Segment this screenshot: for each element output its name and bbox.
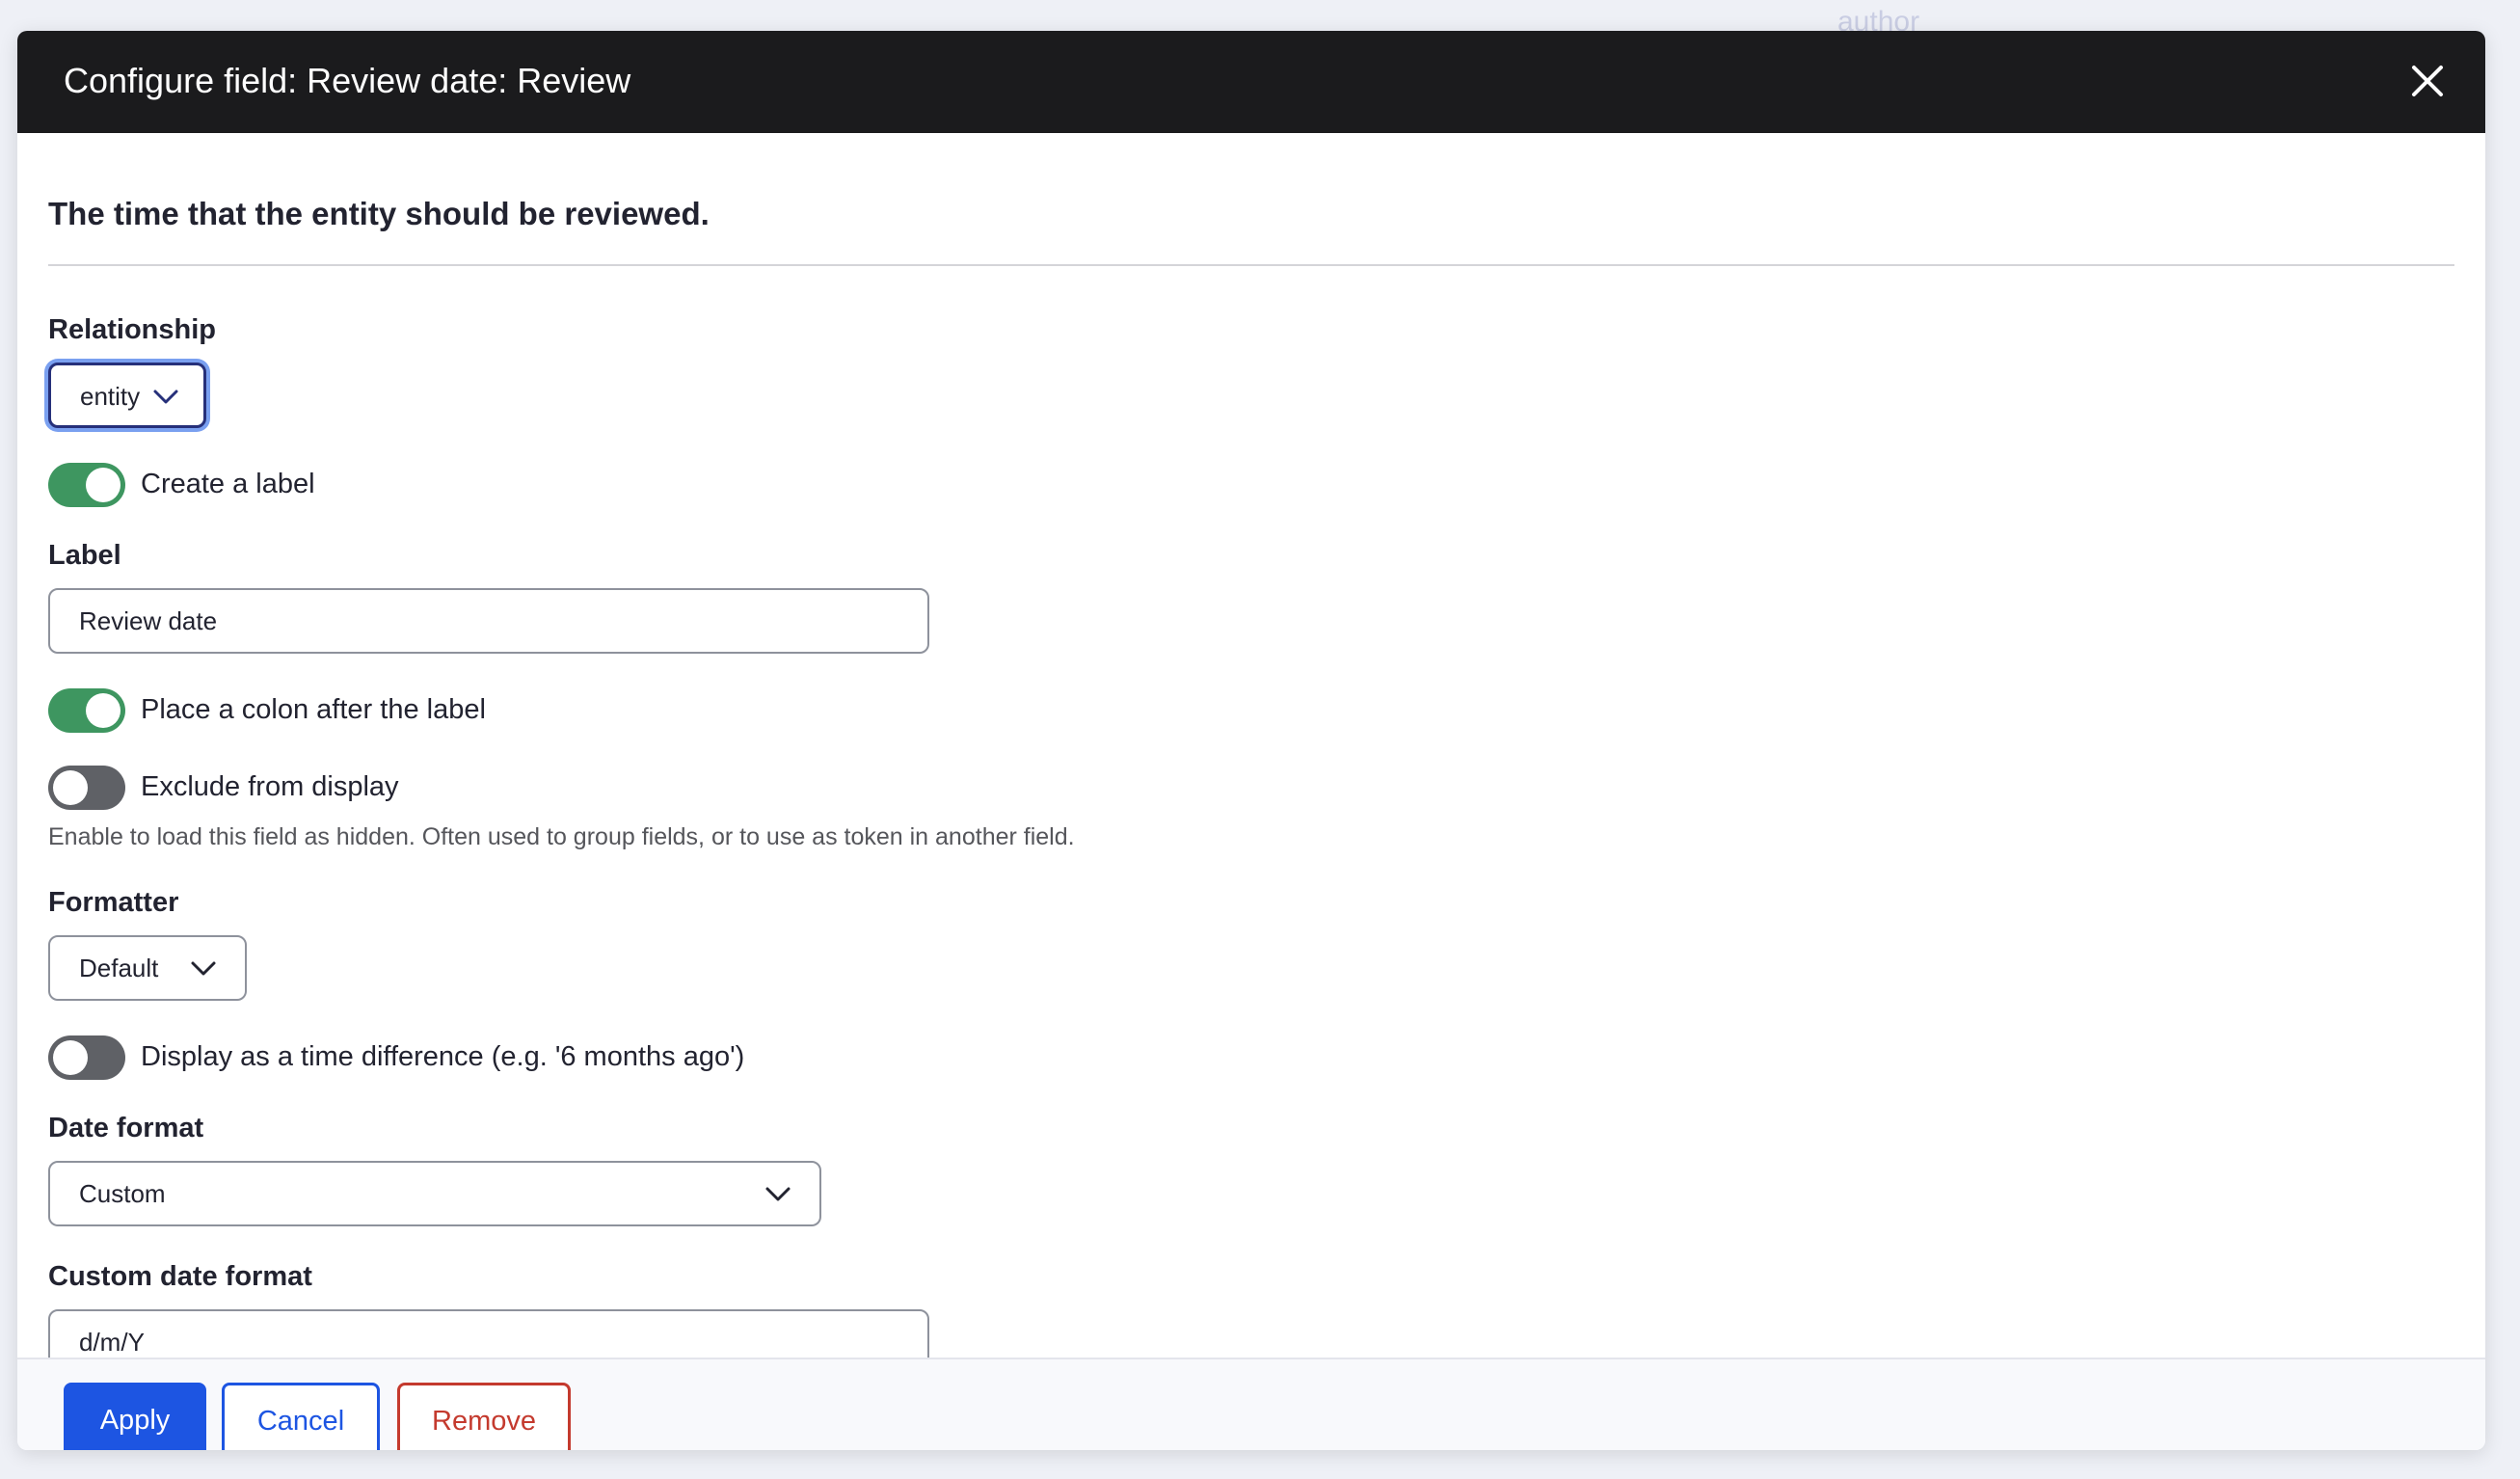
- description-divider: [48, 264, 2454, 266]
- relationship-value: entity: [80, 382, 141, 411]
- close-button[interactable]: [2399, 52, 2456, 110]
- formatter-select[interactable]: Default: [48, 935, 247, 1001]
- apply-button[interactable]: Apply: [64, 1383, 206, 1450]
- chevron-down-icon: [153, 390, 178, 404]
- label-field-label: Label: [48, 540, 121, 571]
- date-format-label: Date format: [48, 1113, 204, 1143]
- custom-date-format-value: d/m/Y: [79, 1328, 145, 1357]
- exclude-display-help: Enable to load this field as hidden. Oft…: [48, 823, 1075, 850]
- field-description: The time that the entity should be revie…: [48, 196, 710, 231]
- formatter-value: Default: [79, 954, 159, 982]
- dialog-content: The time that the entity should be revie…: [17, 133, 2485, 1358]
- toggle-knob: [53, 770, 88, 805]
- configure-field-dialog: Configure field: Review date: Review The…: [17, 31, 2485, 1450]
- label-input[interactable]: Review date: [48, 588, 929, 654]
- formatter-label: Formatter: [48, 887, 179, 918]
- time-difference-text: Display as a time difference (e.g. '6 mo…: [141, 1041, 745, 1072]
- toggle-knob: [86, 693, 121, 728]
- cancel-button[interactable]: Cancel: [222, 1383, 380, 1450]
- dialog-titlebar: Configure field: Review date: Review: [17, 31, 2485, 133]
- dialog-title: Configure field: Review date: Review: [64, 61, 631, 100]
- close-icon: [2412, 66, 2443, 96]
- time-difference-toggle[interactable]: [48, 1035, 125, 1080]
- relationship-select[interactable]: entity: [48, 363, 206, 428]
- remove-button[interactable]: Remove: [397, 1383, 571, 1450]
- create-label-text: Create a label: [141, 469, 315, 499]
- toggle-knob: [53, 1040, 88, 1075]
- exclude-display-toggle[interactable]: [48, 766, 125, 810]
- dialog-footer: Apply Cancel Remove: [17, 1358, 2485, 1450]
- custom-date-format-label: Custom date format: [48, 1261, 312, 1292]
- date-format-select[interactable]: Custom: [48, 1161, 821, 1226]
- relationship-label: Relationship: [48, 314, 217, 345]
- chevron-down-icon: [191, 961, 216, 976]
- chevron-down-icon: [765, 1187, 791, 1201]
- place-colon-text: Place a colon after the label: [141, 694, 486, 725]
- date-format-value: Custom: [79, 1179, 166, 1208]
- create-label-toggle[interactable]: [48, 463, 125, 507]
- exclude-display-text: Exclude from display: [141, 771, 399, 802]
- label-input-value: Review date: [79, 606, 218, 635]
- place-colon-toggle[interactable]: [48, 688, 125, 733]
- toggle-knob: [86, 468, 121, 502]
- custom-date-format-input[interactable]: d/m/Y: [48, 1309, 929, 1358]
